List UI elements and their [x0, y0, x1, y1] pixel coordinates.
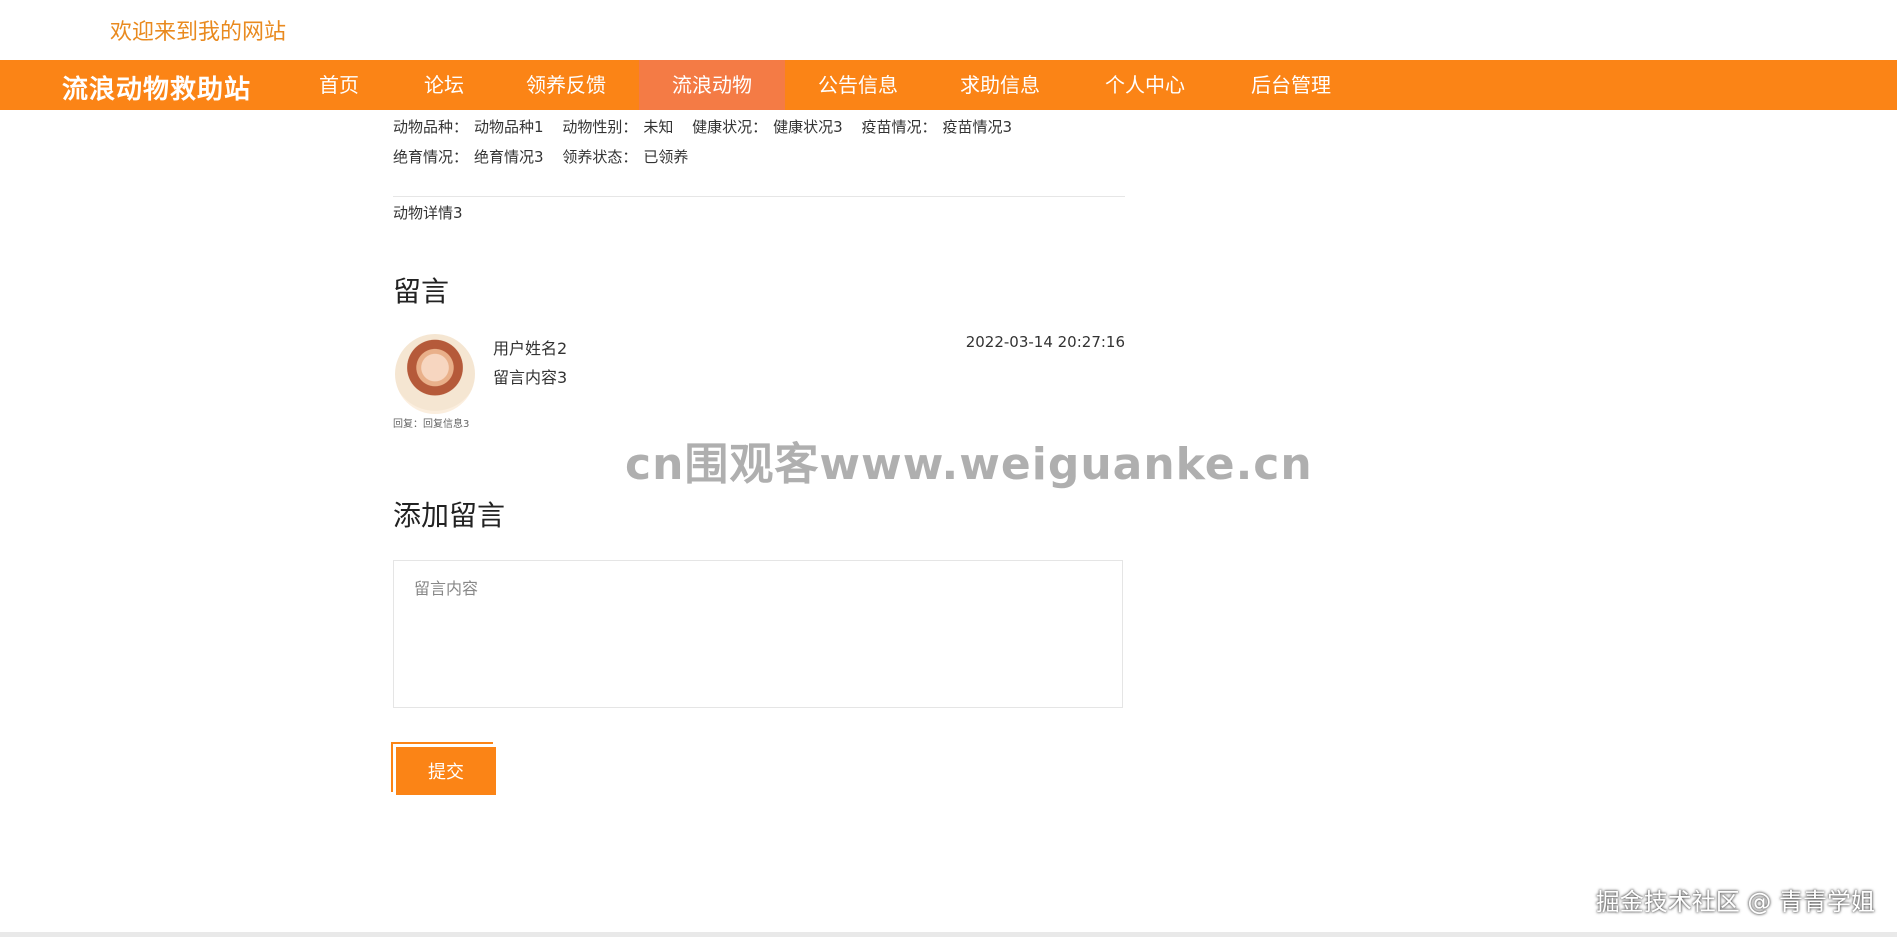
nav-item-adopt-feedback[interactable]: 领养反馈	[493, 60, 639, 110]
health-value: 健康状况3	[773, 118, 843, 136]
top-bar: 欢迎来到我的网站	[0, 0, 1897, 60]
nav-item-help-info[interactable]: 求助信息	[927, 60, 1073, 110]
nav-item-admin[interactable]: 后台管理	[1218, 60, 1364, 110]
vaccine-label: 疫苗情况：	[861, 118, 937, 136]
main-nav: 流浪动物救助站 首页 论坛 领养反馈 流浪动物 公告信息 求助信息 个人中心 后…	[0, 60, 1897, 110]
bottom-border	[0, 932, 1897, 937]
animal-info-row-2: 绝育情况： 绝育情况3 领养状态： 已领养	[393, 146, 702, 167]
footer-credit: 掘金技术社区 @ 青青学姐	[1595, 888, 1875, 916]
sterilize-label: 绝育情况：	[393, 148, 469, 166]
comment-timestamp: 2022-03-14 20:27:16	[965, 333, 1125, 351]
vaccine-value: 疫苗情况3	[942, 118, 1013, 136]
avatar	[395, 334, 475, 414]
comment-user-name: 用户姓名2	[493, 339, 568, 358]
watermark-text: cn围观客www.weiguanke.cn	[625, 439, 1313, 490]
comment-input[interactable]	[393, 560, 1123, 708]
comment-content: 留言内容3	[493, 368, 568, 387]
gender-value: 未知	[643, 118, 674, 136]
adopt-label: 领养状态：	[562, 148, 638, 166]
comments-title: 留言	[393, 275, 450, 308]
add-comment-title: 添加留言	[393, 499, 506, 532]
sterilize-value: 绝育情况3	[474, 148, 544, 166]
animal-detail: 动物详情3	[393, 204, 463, 222]
adopt-value: 已领养	[643, 148, 689, 166]
site-brand[interactable]: 流浪动物救助站	[62, 69, 251, 106]
comment-reply: 回复：回复信息3	[393, 419, 470, 430]
nav-item-stray-animals[interactable]: 流浪动物	[639, 60, 785, 110]
submit-button[interactable]: 提交	[396, 747, 496, 795]
gender-label: 动物性别：	[562, 118, 638, 136]
animal-info-row-1: 动物品种： 动物品种1 动物性别： 未知 健康状况： 健康状况3 疫苗情况： 疫苗情况3	[393, 116, 1026, 137]
nav-item-personal-center[interactable]: 个人中心	[1072, 60, 1218, 110]
welcome-text: 欢迎来到我的网站	[110, 20, 287, 45]
nav-item-announcements[interactable]: 公告信息	[785, 60, 931, 110]
breed-label: 动物品种：	[393, 118, 469, 136]
health-label: 健康状况：	[692, 118, 768, 136]
detail-divider	[393, 196, 1125, 197]
breed-value: 动物品种1	[474, 118, 544, 136]
submit-button-wrap: 提交	[391, 742, 497, 796]
